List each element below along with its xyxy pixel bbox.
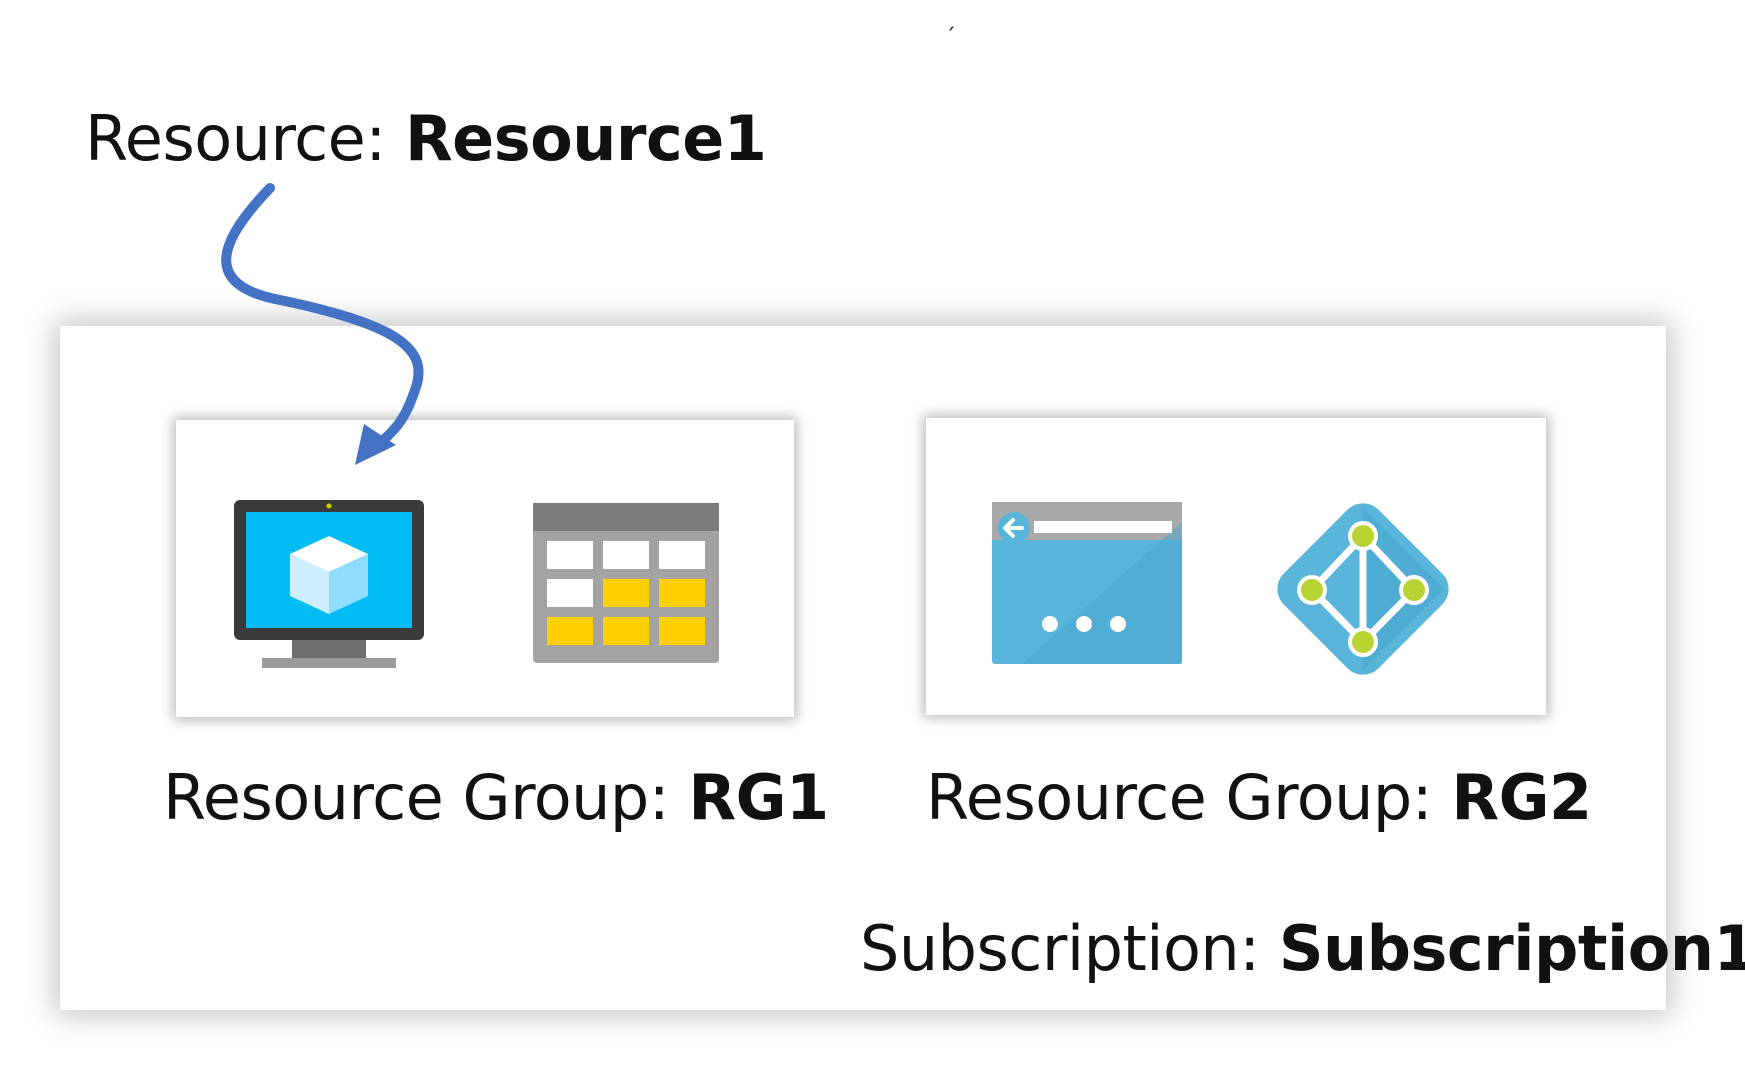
storage-table-icon (533, 503, 719, 663)
web-app-icon (992, 502, 1182, 664)
resource-group-rg1-label: Resource Group: RG1 (163, 767, 829, 829)
resource-prefix: Resource: (85, 102, 405, 175)
resource-group-rg1-box (176, 420, 794, 717)
subscription-prefix: Subscription: (860, 912, 1279, 985)
virtual-machine-icon (234, 500, 424, 668)
resource-name: Resource1 (404, 102, 767, 175)
rg1-prefix: Resource Group: (163, 761, 689, 834)
rg2-prefix: Resource Group: (926, 761, 1452, 834)
stray-mark: ˏ (945, 6, 956, 31)
resource-group-rg2-box (926, 418, 1546, 715)
resource-group-rg2-label: Resource Group: RG2 (926, 767, 1592, 829)
rg1-name: RG1 (688, 761, 829, 834)
resource-label: Resource: Resource1 (85, 108, 767, 170)
rg2-name: RG2 (1451, 761, 1592, 834)
active-directory-icon (1277, 503, 1449, 675)
subscription-name: Subscription1 (1278, 912, 1745, 985)
subscription-label: Subscription: Subscription1 (860, 918, 1745, 980)
